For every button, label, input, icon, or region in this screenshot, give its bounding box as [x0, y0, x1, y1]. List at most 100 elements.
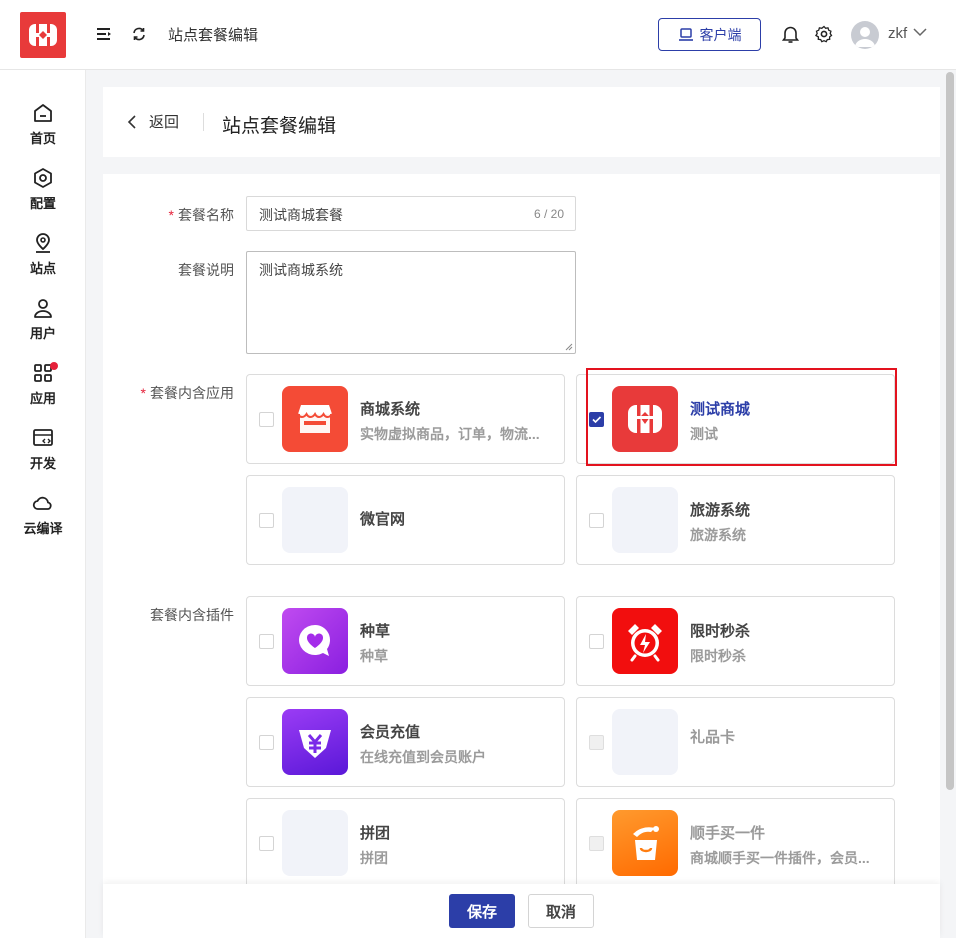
sidebar-item-label: 配置 [29, 196, 56, 211]
name-label: * 套餐名称 [168, 207, 234, 223]
sidebar-item-config[interactable]: 配置 [0, 167, 86, 223]
plugin-card-group-buy[interactable]: 拼团 拼团 [246, 798, 565, 888]
sidebar-item-home[interactable]: 首页 [0, 102, 86, 158]
home-icon [34, 104, 52, 122]
sidebar-item-apps[interactable]: 应用 [0, 362, 86, 418]
gift-logo-icon [29, 24, 57, 46]
chevron-down-icon[interactable] [912, 27, 928, 37]
app-card-mall-system[interactable]: 商城系统 实物虚拟商品，订单，物流... [246, 374, 565, 464]
placeholder-icon [282, 810, 348, 876]
username[interactable]: zkf [888, 25, 907, 42]
app-card-travel-system[interactable]: 旅游系统 旅游系统 [576, 475, 895, 565]
checkbox-disabled [589, 735, 604, 750]
placeholder-icon [612, 487, 678, 553]
checkbox[interactable] [259, 412, 274, 427]
card-title: 拼团 [360, 825, 391, 842]
plugins-label: 套餐内含插件 [150, 607, 234, 623]
top-bar: 站点套餐编辑 客户端 zkf [0, 0, 956, 70]
card-desc: 限时秒杀 [690, 648, 746, 664]
checkbox[interactable] [589, 634, 604, 649]
sidebar-item-site[interactable]: 站点 [0, 232, 86, 288]
char-counter: 6 / 20 [533, 207, 564, 221]
settings-hex-icon [34, 168, 52, 188]
card-desc: 在线充值到会员账户 [360, 749, 486, 765]
card-desc: 种草 [360, 648, 388, 664]
sidebar-item-user[interactable]: 用户 [0, 297, 86, 353]
sidebar: 首页 配置 站点 用户 应用 开发 云编译 [0, 70, 86, 938]
checkbox[interactable] [259, 634, 274, 649]
card-desc: 实物虚拟商品，订单，物流... [360, 426, 540, 442]
desc-label: 套餐说明 [178, 262, 234, 278]
sidebar-item-label: 用户 [29, 326, 56, 341]
description-value: 测试商城系统 [259, 262, 343, 278]
back-label: 返回 [149, 114, 180, 131]
page-title: 站点套餐编辑 [222, 116, 337, 137]
sidebar-item-cloud-compile[interactable]: 云编译 [0, 492, 86, 548]
shopping-bag-icon [612, 810, 678, 876]
card-title: 顺手买一件 [690, 825, 766, 842]
client-button-label: 客户端 [699, 26, 742, 43]
code-window-icon [33, 429, 53, 446]
notification-badge [50, 362, 58, 370]
footer-action-bar: 保存 取消 [103, 884, 940, 938]
avatar[interactable] [851, 21, 879, 49]
plugin-card-member-recharge[interactable]: 会员充值 在线充值到会员账户 [246, 697, 565, 787]
save-button[interactable]: 保存 [449, 894, 515, 928]
chevron-left-icon [127, 114, 136, 129]
cancel-button[interactable]: 取消 [528, 894, 594, 928]
sidebar-item-label: 站点 [29, 261, 56, 276]
menu-collapse-icon[interactable] [95, 24, 113, 44]
location-pin-icon [36, 233, 50, 253]
yen-diamond-icon [282, 709, 348, 775]
laptop-icon [678, 27, 693, 41]
bell-icon[interactable] [781, 24, 799, 44]
sidebar-item-label: 开发 [29, 456, 56, 471]
selection-highlight [586, 368, 897, 466]
alarm-clock-icon [612, 608, 678, 674]
card-title: 商城系统 [360, 401, 421, 418]
card-title: 礼品卡 [690, 729, 736, 746]
card-title: 微官网 [360, 511, 406, 528]
gear-icon[interactable] [815, 24, 833, 44]
placeholder-icon [612, 709, 678, 775]
client-button[interactable]: 客户端 [658, 18, 761, 51]
checkbox[interactable] [259, 836, 274, 851]
back-button[interactable]: 返回 [127, 111, 179, 132]
checkbox[interactable] [589, 513, 604, 528]
cloud-icon [32, 496, 52, 510]
heart-chat-icon [282, 608, 348, 674]
card-desc: 旅游系统 [690, 527, 746, 543]
divider [203, 113, 204, 131]
card-title: 种草 [360, 623, 391, 640]
plugin-card-flash-sale[interactable]: 限时秒杀 限时秒杀 [576, 596, 895, 686]
user-icon [34, 299, 52, 318]
checkbox[interactable] [259, 513, 274, 528]
checkbox[interactable] [259, 735, 274, 750]
page-header-card: 返回 站点套餐编辑 [103, 87, 940, 157]
plugin-card-grass[interactable]: 种草 种草 [246, 596, 565, 686]
description-textarea[interactable]: 测试商城系统 [246, 251, 576, 354]
resize-handle-icon[interactable] [565, 343, 573, 351]
plugin-card-gift-card[interactable]: 礼品卡 [576, 697, 895, 787]
sidebar-item-label: 首页 [29, 131, 56, 146]
card-desc: 商城顺手买一件插件，会员... [690, 850, 870, 866]
brand-logo[interactable] [20, 12, 66, 58]
header-title: 站点套餐编辑 [168, 27, 259, 44]
store-icon [282, 386, 348, 452]
sidebar-item-label: 应用 [29, 391, 56, 406]
card-title: 会员充值 [360, 724, 421, 741]
app-card-micro-site[interactable]: 微官网 [246, 475, 565, 565]
name-input-value: 测试商城套餐 [259, 207, 343, 223]
sidebar-item-dev[interactable]: 开发 [0, 427, 86, 483]
apps-label: * 套餐内含应用 [140, 385, 234, 401]
plugin-card-buy-one-more[interactable]: 顺手买一件 商城顺手买一件插件，会员... [576, 798, 895, 888]
placeholder-icon [282, 487, 348, 553]
checkbox-disabled [589, 836, 604, 851]
card-title: 旅游系统 [690, 502, 751, 519]
card-title: 限时秒杀 [690, 623, 751, 640]
name-input[interactable]: 测试商城套餐 6 / 20 [246, 196, 576, 231]
scrollbar[interactable] [946, 72, 954, 790]
sidebar-item-label: 云编译 [23, 521, 63, 536]
card-desc: 拼团 [360, 850, 388, 866]
refresh-icon[interactable] [130, 24, 148, 44]
